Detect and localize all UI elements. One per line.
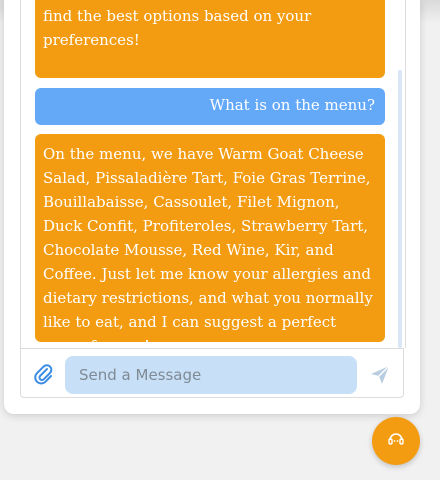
- user-message-text: What is on the menu?: [209, 96, 375, 114]
- scrollbar[interactable]: [398, 0, 402, 348]
- scrollbar-thumb[interactable]: [398, 70, 402, 348]
- chat-window: find the best options based on your pref…: [4, 0, 420, 414]
- bot-message-text: find the best options based on your pref…: [43, 7, 312, 49]
- chat-launcher-button[interactable]: [372, 417, 420, 465]
- bot-message: find the best options based on your pref…: [35, 0, 385, 78]
- bot-message: On the menu, we have Warm Goat Cheese Sa…: [35, 134, 385, 348]
- user-message: What is on the menu?: [35, 88, 385, 125]
- message-input[interactable]: [65, 356, 357, 394]
- message-input-wrapper: [65, 356, 357, 394]
- message-composer: [20, 348, 404, 398]
- clipped-line: [43, 0, 377, 4]
- send-icon[interactable]: [369, 364, 391, 386]
- page: find the best options based on your pref…: [0, 0, 440, 480]
- message-list[interactable]: find the best options based on your pref…: [20, 0, 406, 348]
- paperclip-icon[interactable]: [33, 363, 53, 385]
- bot-message-text: On the menu, we have Warm Goat Cheese Sa…: [43, 145, 373, 348]
- chat-bot-icon: [387, 430, 405, 452]
